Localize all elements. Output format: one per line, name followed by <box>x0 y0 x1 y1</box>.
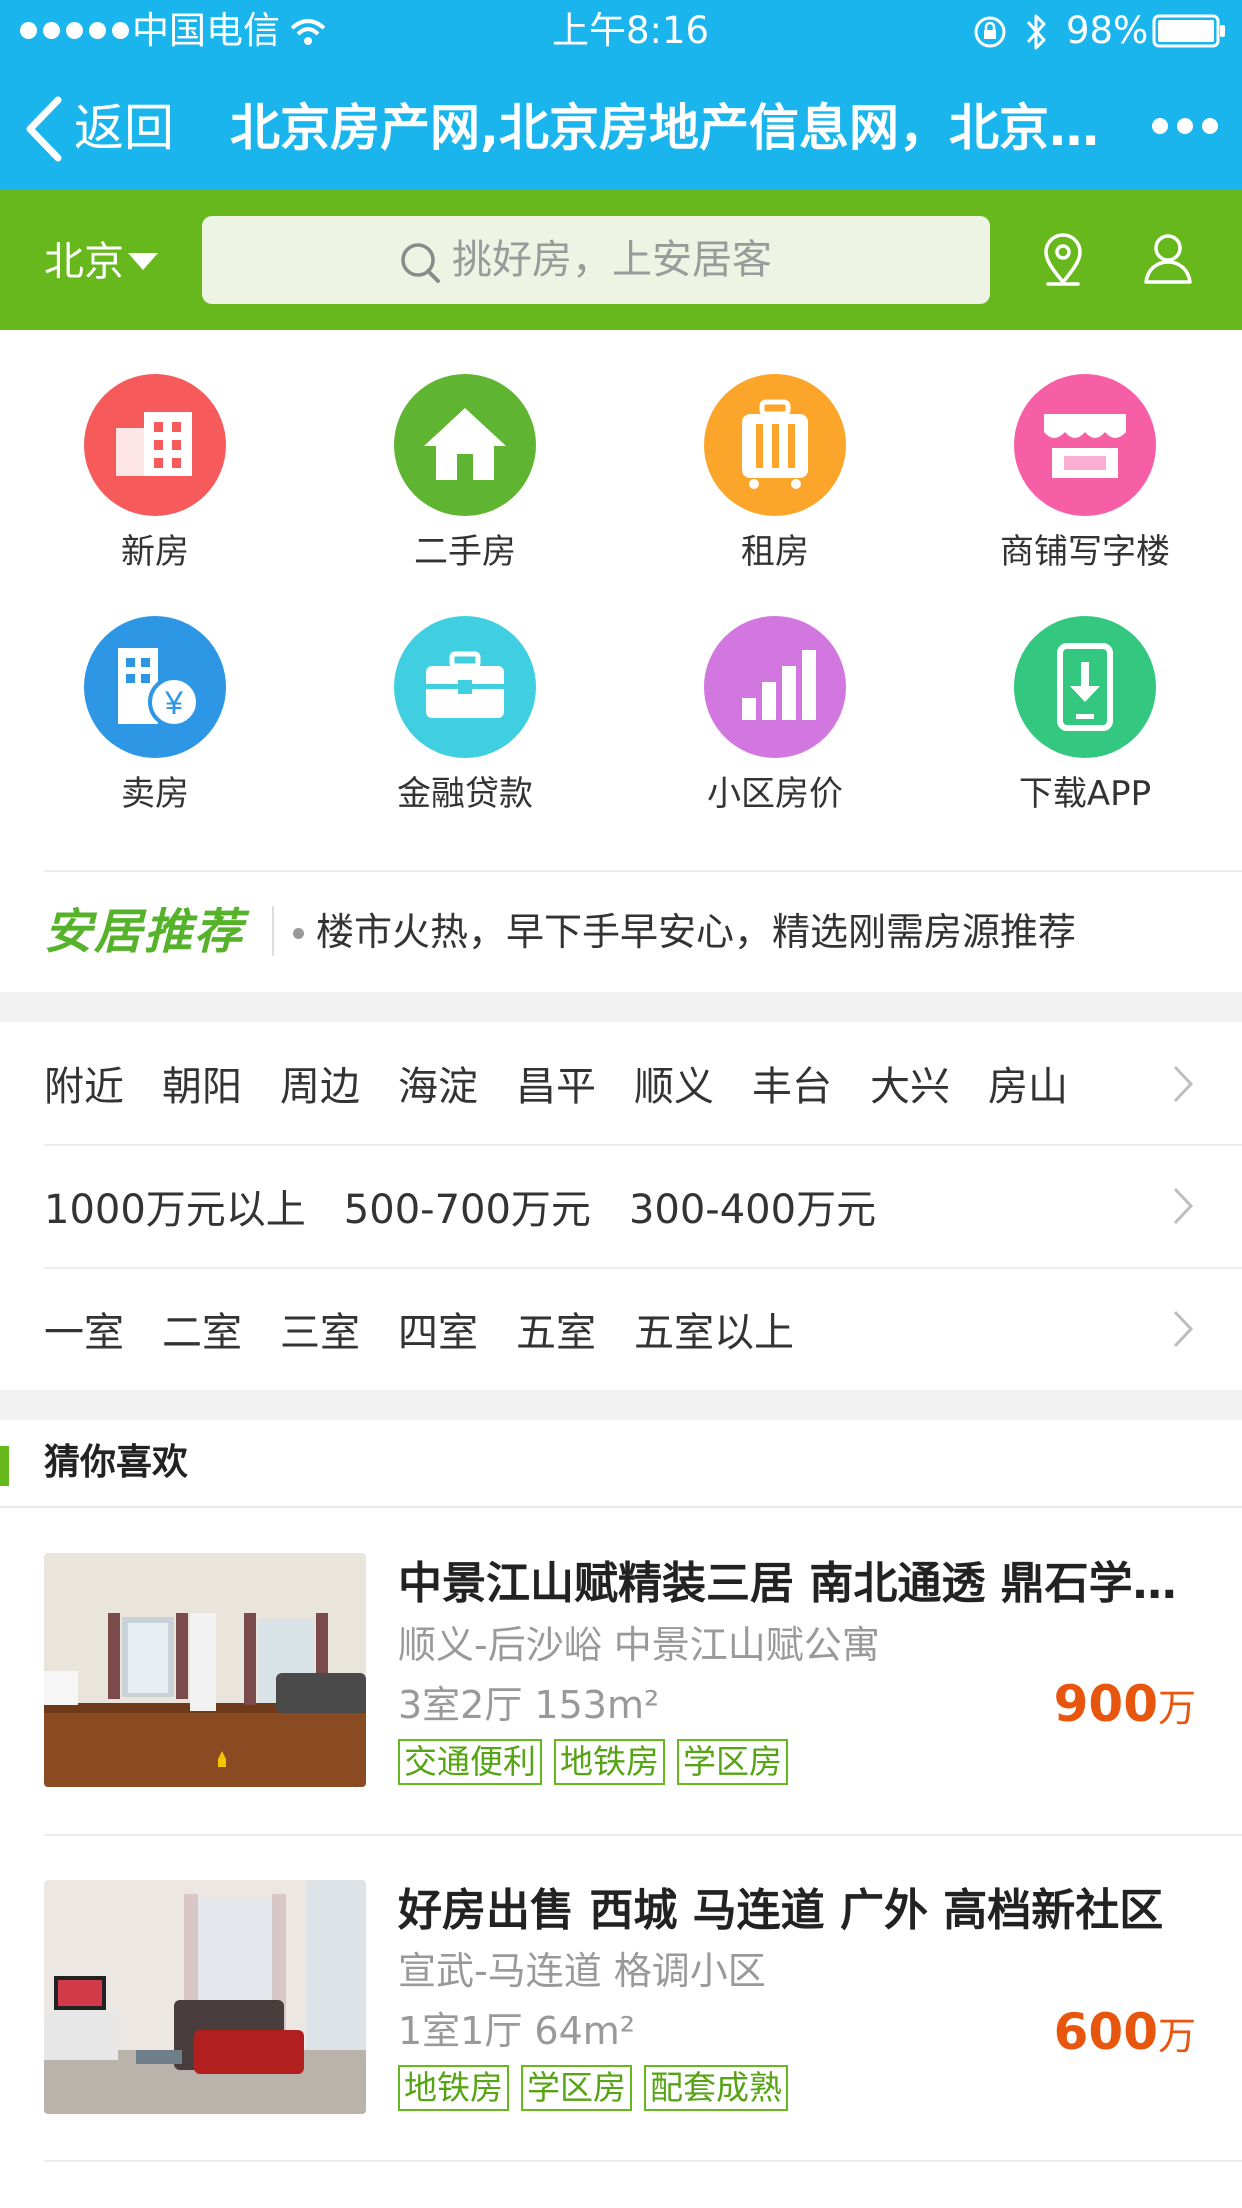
more-options-icon[interactable] <box>1152 118 1218 134</box>
page-title: 北京房产网,北京房地产信息网，北京房产信息网 <box>230 99 1110 157</box>
building-icon <box>84 374 226 516</box>
listing-tag: 学区房 <box>677 1739 788 1785</box>
category-second-hand[interactable]: 二手房 <box>310 374 620 574</box>
listing-photo[interactable] <box>44 1880 366 2114</box>
divider <box>44 870 1242 872</box>
bar-chart-icon <box>704 616 846 758</box>
category-label: 二手房 <box>414 532 516 572</box>
phone-download-icon <box>1014 616 1156 758</box>
category-label: 租房 <box>741 532 809 572</box>
section-gap <box>0 992 1242 1022</box>
user-profile-icon[interactable] <box>1140 230 1196 286</box>
category-label: 下载APP <box>1018 774 1152 814</box>
category-community-price[interactable]: 小区房价 <box>620 616 930 816</box>
city-selector[interactable]: 北京 <box>44 238 124 286</box>
area-filter-item[interactable]: 朝阳 <box>162 1054 242 1112</box>
room-filter-item[interactable]: 四室 <box>398 1300 478 1358</box>
listing-title[interactable]: 好房出售 西城 马连道 广外 高档新社区 <box>398 1883 1188 1939</box>
area-filter-row: 附近 朝阳 周边 海淀 昌平 顺义 丰台 大兴 房山 <box>44 1022 1204 1144</box>
divider <box>272 906 274 956</box>
bullet-dot <box>293 928 304 939</box>
shop-awning-icon <box>1014 374 1156 516</box>
luggage-icon <box>704 374 846 516</box>
recommend-text[interactable]: 楼市火热，早下手早安心，精选刚需房源推荐 <box>316 906 1076 958</box>
listing-tag: 交通便利 <box>398 1739 542 1785</box>
category-label: 金融贷款 <box>397 774 533 814</box>
room-filter-item[interactable]: 五室以上 <box>634 1300 794 1358</box>
room-filter-item[interactable]: 三室 <box>280 1300 360 1358</box>
recommend-logo: 安居推荐 <box>44 904 245 960</box>
building-money-icon: ¥ <box>84 616 226 758</box>
carrier-name: 中国电信 <box>132 9 280 52</box>
location-pin-icon[interactable] <box>1040 232 1086 288</box>
listing-tag: 地铁房 <box>398 2065 509 2111</box>
chevron-right-icon[interactable] <box>1172 1064 1194 1104</box>
guess-section-title: 猜你喜欢 <box>44 1442 189 1483</box>
listing-tag: 配套成熟 <box>644 2065 788 2111</box>
chevron-right-icon[interactable] <box>1172 1309 1194 1349</box>
caret-down-icon[interactable] <box>128 253 158 270</box>
listing-location: 顺义-后沙峪 中景江山赋公寓 <box>398 1623 880 1667</box>
status-time: 上午8:16 <box>552 9 710 52</box>
listing-tags: 地铁房 学区房 配套成熟 <box>398 2065 788 2111</box>
listing-layout: 1室1厅 64m² <box>398 2009 636 2053</box>
price-filter-item[interactable]: 300-400万元 <box>629 1177 876 1235</box>
category-finance-loan[interactable]: 金融贷款 <box>310 616 620 816</box>
listing-layout: 3室2厅 153m² <box>398 1683 660 1727</box>
listing-location: 宣武-马连道 格调小区 <box>398 1949 766 1993</box>
briefcase-icon <box>394 616 536 758</box>
price-value: 600 <box>1053 2003 1158 2061</box>
price-value: 900 <box>1053 1675 1158 1733</box>
area-filter-item[interactable]: 大兴 <box>870 1054 950 1112</box>
room-filter-row: 一室 二室 三室 四室 五室 五室以上 <box>44 1268 1204 1390</box>
battery-percent: 98% <box>1066 9 1149 52</box>
room-filter-item[interactable]: 五室 <box>516 1300 596 1358</box>
area-filter-item[interactable]: 房山 <box>988 1054 1068 1112</box>
section-accent-bar <box>0 1446 9 1486</box>
listing-photo[interactable] <box>44 1553 366 1787</box>
section-gap <box>0 1390 1242 1420</box>
rotation-lock-icon <box>974 16 1006 48</box>
listing-tag: 学区房 <box>521 2065 632 2111</box>
back-button[interactable]: 返回 <box>74 98 174 158</box>
area-filter-item[interactable]: 丰台 <box>752 1054 832 1112</box>
category-sell-house[interactable]: ¥ 卖房 <box>0 616 310 816</box>
house-icon <box>394 374 536 516</box>
category-download-app[interactable]: 下载APP <box>930 616 1240 816</box>
category-label: 卖房 <box>121 774 189 814</box>
price-unit: 万 <box>1157 1686 1196 1730</box>
area-filter-item[interactable]: 附近 <box>44 1054 124 1112</box>
room-filter-item[interactable]: 一室 <box>44 1300 124 1358</box>
category-shop-office[interactable]: 商铺写字楼 <box>930 374 1240 574</box>
search-placeholder: 挑好房，上安居客 <box>452 237 772 283</box>
price-filter-item[interactable]: 1000万元以上 <box>44 1177 306 1235</box>
bluetooth-icon <box>1026 14 1046 50</box>
category-rent[interactable]: 租房 <box>620 374 930 574</box>
price-unit: 万 <box>1157 2014 1196 2058</box>
svg-text:¥: ¥ <box>164 685 183 721</box>
price-filter-item[interactable]: 500-700万元 <box>344 1177 591 1235</box>
category-label: 商铺写字楼 <box>1000 532 1170 572</box>
chevron-right-icon[interactable] <box>1172 1186 1194 1226</box>
listing-title[interactable]: 中景江山赋精装三居 南北通透 鼎石学校旁 <box>398 1556 1188 1612</box>
area-filter-item[interactable]: 周边 <box>280 1054 360 1112</box>
signal-strength-icon <box>20 22 129 39</box>
category-new-house[interactable]: 新房 <box>0 374 310 574</box>
back-chevron-icon[interactable] <box>24 96 64 162</box>
category-label: 新房 <box>121 532 189 572</box>
search-icon <box>401 243 440 283</box>
category-label: 小区房价 <box>707 774 843 814</box>
wifi-icon <box>290 19 326 45</box>
area-filter-item[interactable]: 海淀 <box>398 1054 478 1112</box>
divider <box>44 2160 1242 2162</box>
listing-price: 900万 <box>1054 1674 1196 1738</box>
area-filter-item[interactable]: 昌平 <box>516 1054 596 1112</box>
listing-price: 600万 <box>1054 2002 1196 2066</box>
battery-icon <box>1152 14 1225 48</box>
area-filter-item[interactable]: 顺义 <box>634 1054 714 1112</box>
room-filter-item[interactable]: 二室 <box>162 1300 242 1358</box>
price-filter-row: 1000万元以上 500-700万元 300-400万元 <box>44 1145 1204 1267</box>
listing-tag: 地铁房 <box>554 1739 665 1785</box>
listing-tags: 交通便利 地铁房 学区房 <box>398 1739 788 1785</box>
